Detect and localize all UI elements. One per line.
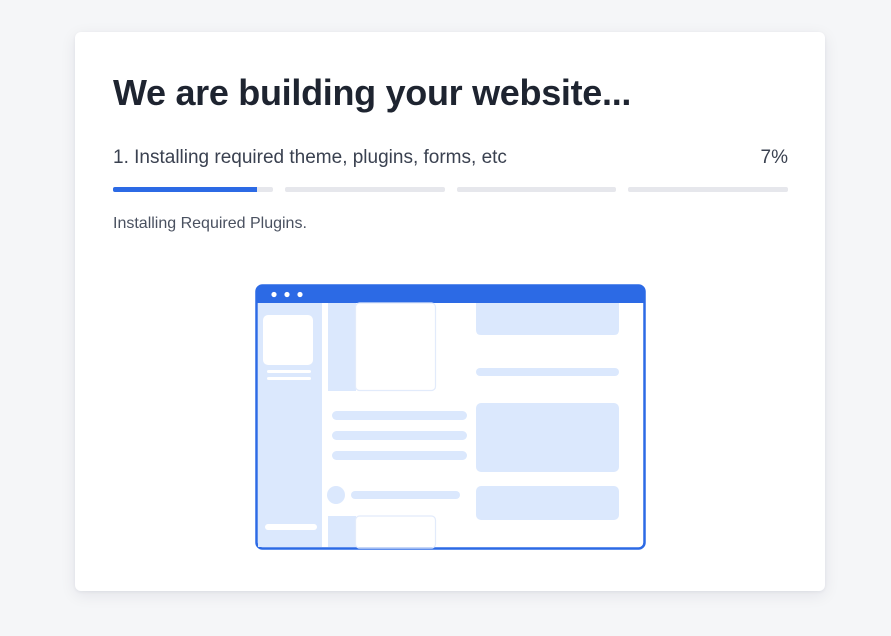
step-label: 1. Installing required theme, plugins, f… — [113, 147, 507, 168]
sidebar-footer-bar — [265, 524, 317, 530]
content-card-accent — [328, 303, 356, 391]
content-line — [351, 491, 460, 499]
sidebar-line — [267, 370, 311, 373]
content-line — [332, 451, 467, 460]
website-builder-illustration — [255, 284, 646, 550]
step-percent: 7% — [760, 147, 788, 168]
progress-segment-1 — [113, 187, 273, 192]
sidebar-line — [267, 377, 311, 380]
right-panel-block — [476, 303, 619, 335]
window-dot-icon — [297, 291, 303, 298]
step-row: 1. Installing required theme, plugins, f… — [113, 146, 788, 170]
status-message: Installing Required Plugins. — [113, 215, 307, 232]
progress-segment-4 — [628, 187, 788, 192]
right-panel-block — [476, 486, 619, 520]
progress-segment-3 — [456, 187, 617, 192]
progress-bar — [113, 187, 788, 192]
content-line — [332, 431, 467, 440]
content-card-accent — [328, 516, 356, 547]
build-progress-card: We are building your website... 1. Insta… — [75, 32, 825, 591]
progress-segment-1-fill — [113, 187, 257, 192]
progress-segment-2 — [284, 187, 445, 192]
sidebar-thumbnail — [263, 315, 313, 365]
browser-title-bar — [256, 285, 645, 303]
right-panel-line — [476, 368, 619, 376]
right-panel-block — [476, 403, 619, 472]
window-dot-icon — [271, 291, 277, 298]
content-line — [332, 411, 467, 420]
page-title: We are building your website... — [113, 72, 632, 113]
avatar-placeholder — [327, 486, 345, 504]
window-dot-icon — [284, 291, 290, 298]
